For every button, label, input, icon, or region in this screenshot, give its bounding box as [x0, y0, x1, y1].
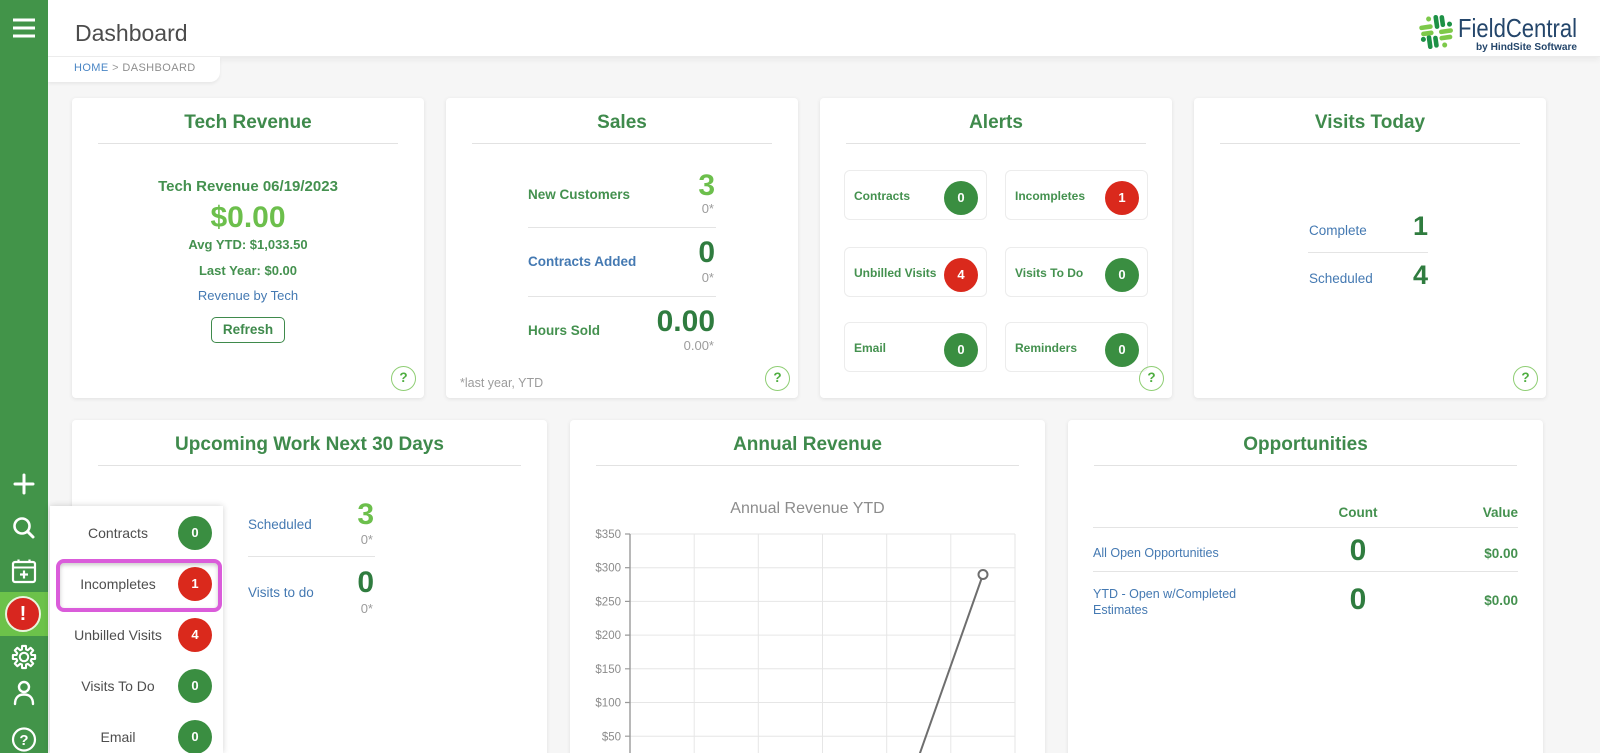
svg-text:$300: $300	[595, 563, 621, 575]
svg-text:FieldCentral: FieldCentral	[1458, 13, 1577, 43]
svg-text:by HindSite Software: by HindSite Software	[1476, 41, 1577, 52]
svg-text:$200: $200	[595, 630, 621, 642]
svg-text:$350: $350	[595, 529, 621, 541]
svg-text:?: ?	[19, 732, 28, 749]
svg-text:$150: $150	[595, 664, 621, 676]
svg-text:$100: $100	[595, 698, 621, 710]
svg-text:$50: $50	[602, 731, 621, 743]
svg-text:$250: $250	[595, 596, 621, 608]
